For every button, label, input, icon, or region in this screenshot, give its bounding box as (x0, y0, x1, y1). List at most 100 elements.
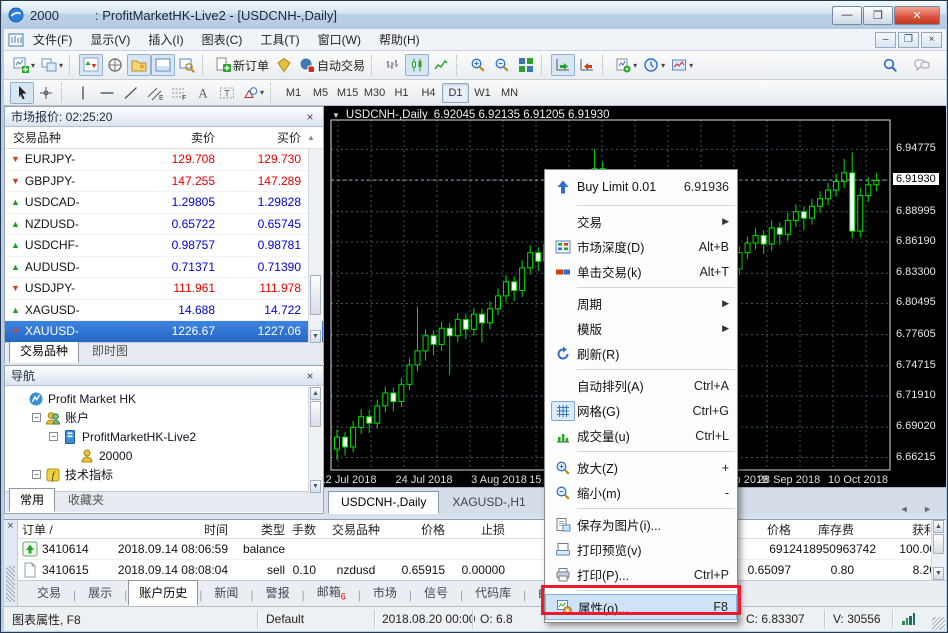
navigator-tab-收藏夹[interactable]: 收藏夹 (57, 488, 115, 512)
market-watch-tab-即时图[interactable]: 即时图 (81, 339, 139, 363)
tree-expander-icon[interactable]: − (49, 432, 58, 441)
window-close-button[interactable]: ✕ (894, 6, 940, 25)
navigator-button[interactable] (127, 54, 151, 76)
timeframe-H1-button[interactable]: H1 (388, 83, 415, 103)
terminal-tab-代码库[interactable]: 代码库 (464, 580, 522, 606)
dropdown-arrow-icon[interactable]: ▾ (661, 61, 665, 70)
window-minimize-button[interactable]: — (832, 6, 862, 25)
dropdown-arrow-icon[interactable]: ▾ (689, 61, 693, 70)
crosshair-button[interactable] (34, 82, 58, 104)
window-restore-button[interactable]: ❐ (863, 6, 893, 25)
context-menu-item-放大(Z)[interactable]: 放大(Z)+ (545, 455, 737, 480)
terminal-column-profit[interactable]: 获利 (858, 520, 931, 538)
navigator-node-Profit Market HK[interactable]: Profit Market HK (9, 389, 321, 408)
chart-shift-button[interactable] (575, 54, 599, 76)
market-watch-row-EURJPY-[interactable]: ▼EURJPY-129.708129.730 (5, 149, 323, 171)
context-menu-item-市场深度(D)[interactable]: 市场深度(D)Alt+B (545, 234, 737, 259)
dropdown-arrow-icon[interactable]: ▾ (633, 61, 637, 70)
search-button[interactable] (878, 54, 902, 76)
menu-窗口(W)[interactable]: 窗口(W) (309, 29, 370, 50)
market-watch-row-XAGUSD-[interactable]: ▲XAGUSD-14.68814.722 (5, 300, 323, 322)
context-menu-item-周期[interactable]: 周期▶ (545, 291, 737, 316)
trendline-button[interactable] (119, 82, 143, 104)
terminal-tab-市场[interactable]: 市场 (362, 580, 408, 606)
market-watch-close-icon[interactable]: × (303, 110, 317, 124)
child-minimize-button[interactable]: – (875, 32, 896, 48)
candle-chart-button[interactable] (405, 54, 429, 76)
context-menu-item-成交量(u)[interactable]: 成交量(u)Ctrl+L (545, 423, 737, 448)
metaeditor-button[interactable] (272, 54, 296, 76)
new-order-button[interactable]: 新订单 (212, 54, 272, 76)
navigator-close-icon[interactable]: × (303, 369, 317, 383)
text-label-button[interactable]: T (215, 82, 239, 104)
timeframe-D1-button[interactable]: D1 (442, 83, 469, 103)
context-menu-item-网格(G)[interactable]: 网格(G)Ctrl+G (545, 398, 737, 423)
child-close-button[interactable]: × (921, 32, 942, 48)
terminal-tab-信号[interactable]: 信号 (413, 580, 459, 606)
menu-帮助(H)[interactable]: 帮助(H) (370, 29, 429, 50)
timeframe-W1-button[interactable]: W1 (469, 83, 496, 103)
menu-工具(T)[interactable]: 工具(T) (251, 29, 308, 50)
context-menu-item-打印(P)...[interactable]: 打印(P)...Ctrl+P (545, 562, 737, 587)
chart-tab-XAGUSD-,H1[interactable]: XAGUSD-,H1 (439, 491, 538, 514)
templates-button[interactable]: ▾ (668, 54, 696, 76)
market-watch-row-USDCAD-[interactable]: ▲USDCAD-1.298051.29828 (5, 192, 323, 214)
terminal-column-order[interactable]: 订单 / (22, 520, 112, 538)
chart-tab-USDCNH-,Daily[interactable]: USDCNH-,Daily (328, 491, 439, 514)
tick-chart-button[interactable] (79, 54, 103, 76)
auto-scroll-button[interactable] (551, 54, 575, 76)
terminal-tab-邮箱[interactable]: 邮箱6 (306, 579, 357, 606)
tree-expander-icon[interactable]: − (32, 470, 41, 479)
market-watch-row-GBPJPY-[interactable]: ▼GBPJPY-147.255147.289 (5, 171, 323, 193)
terminal-column-time[interactable]: 时间 (112, 520, 228, 538)
context-menu-item-交易[interactable]: 交易▶ (545, 209, 737, 234)
new-chart-button[interactable]: ▾ (10, 54, 38, 76)
menu-显示(V)[interactable]: 显示(V) (81, 29, 139, 50)
zoom-in-button[interactable] (466, 54, 490, 76)
market-watch-tab-交易品种[interactable]: 交易品种 (9, 339, 79, 363)
market-watch-row-NZDUSD-[interactable]: ▲NZDUSD-0.657220.65745 (5, 214, 323, 236)
terminal-tab-展示[interactable]: 展示 (77, 580, 123, 606)
text-button[interactable]: A (191, 82, 215, 104)
dropdown-arrow-icon[interactable]: ▾ (31, 61, 35, 70)
timeframe-M15-button[interactable]: M15 (334, 83, 361, 103)
indicators-button[interactable]: ▾ (612, 54, 640, 76)
equidistant-channel-button[interactable]: E (143, 82, 167, 104)
zoom-out-button[interactable] (490, 54, 514, 76)
terminal-close-icon[interactable]: × (4, 520, 17, 534)
timeframe-H4-button[interactable]: H4 (415, 83, 442, 103)
timeframe-M1-button[interactable]: M1 (280, 83, 307, 103)
terminal-column-price[interactable]: 价格 (396, 520, 445, 538)
terminal-scrollbar[interactable]: ▲ ▼ (931, 520, 946, 580)
terminal-column-sl[interactable]: 止损 (449, 520, 505, 538)
horizontal-line-button[interactable] (95, 82, 119, 104)
status-profile[interactable]: Default (266, 607, 304, 631)
market-watch-row-USDCHF-[interactable]: ▲USDCHF-0.987570.98781 (5, 235, 323, 257)
autotrading-button[interactable]: 自动交易 (296, 54, 368, 76)
terminal-button[interactable] (151, 54, 175, 76)
dropdown-arrow-icon[interactable]: ▾ (59, 61, 63, 70)
terminal-row-3410615[interactable]: 34106152018.09.14 08:08:04sell0.10nzdusd… (18, 560, 931, 580)
context-menu-item-模版[interactable]: 模版▶ (545, 316, 737, 341)
context-menu-item-单击交易(k)[interactable]: 单击交易(k)Alt+T (545, 259, 737, 284)
context-menu-item-自动排列(A)[interactable]: 自动排列(A)Ctrl+A (545, 373, 737, 398)
terminal-tab-账户历史[interactable]: 账户历史 (128, 580, 198, 606)
navigator-node-账户[interactable]: −账户 (9, 408, 321, 427)
data-window-button[interactable] (103, 54, 127, 76)
profiles-button[interactable]: ▾ (38, 54, 66, 76)
shapes-button[interactable]: ▾ (239, 82, 267, 104)
context-menu-item-刷新(R)[interactable]: 刷新(R) (545, 341, 737, 366)
terminal-column-lots[interactable]: 手数 (289, 520, 316, 538)
context-menu-item-Buy Limit 0.01[interactable]: Buy Limit 0.016.91936 (545, 172, 737, 202)
context-menu-item-打印预览(v)[interactable]: 打印预览(v) (545, 537, 737, 562)
chart-tab-scroll-icons[interactable]: ◄ ► (900, 504, 942, 514)
terminal-column-symbol[interactable]: 交易品种 (320, 520, 392, 538)
tile-windows-button[interactable] (514, 54, 538, 76)
timeframe-M30-button[interactable]: M30 (361, 83, 388, 103)
menu-插入(I)[interactable]: 插入(I) (139, 29, 192, 50)
fibonacci-button[interactable]: F (167, 82, 191, 104)
strategy-tester-button[interactable] (175, 54, 199, 76)
terminal-tab-警报[interactable]: 警报 (255, 580, 301, 606)
terminal-column-type[interactable]: 类型 (232, 520, 285, 538)
bar-chart-button[interactable] (381, 54, 405, 76)
